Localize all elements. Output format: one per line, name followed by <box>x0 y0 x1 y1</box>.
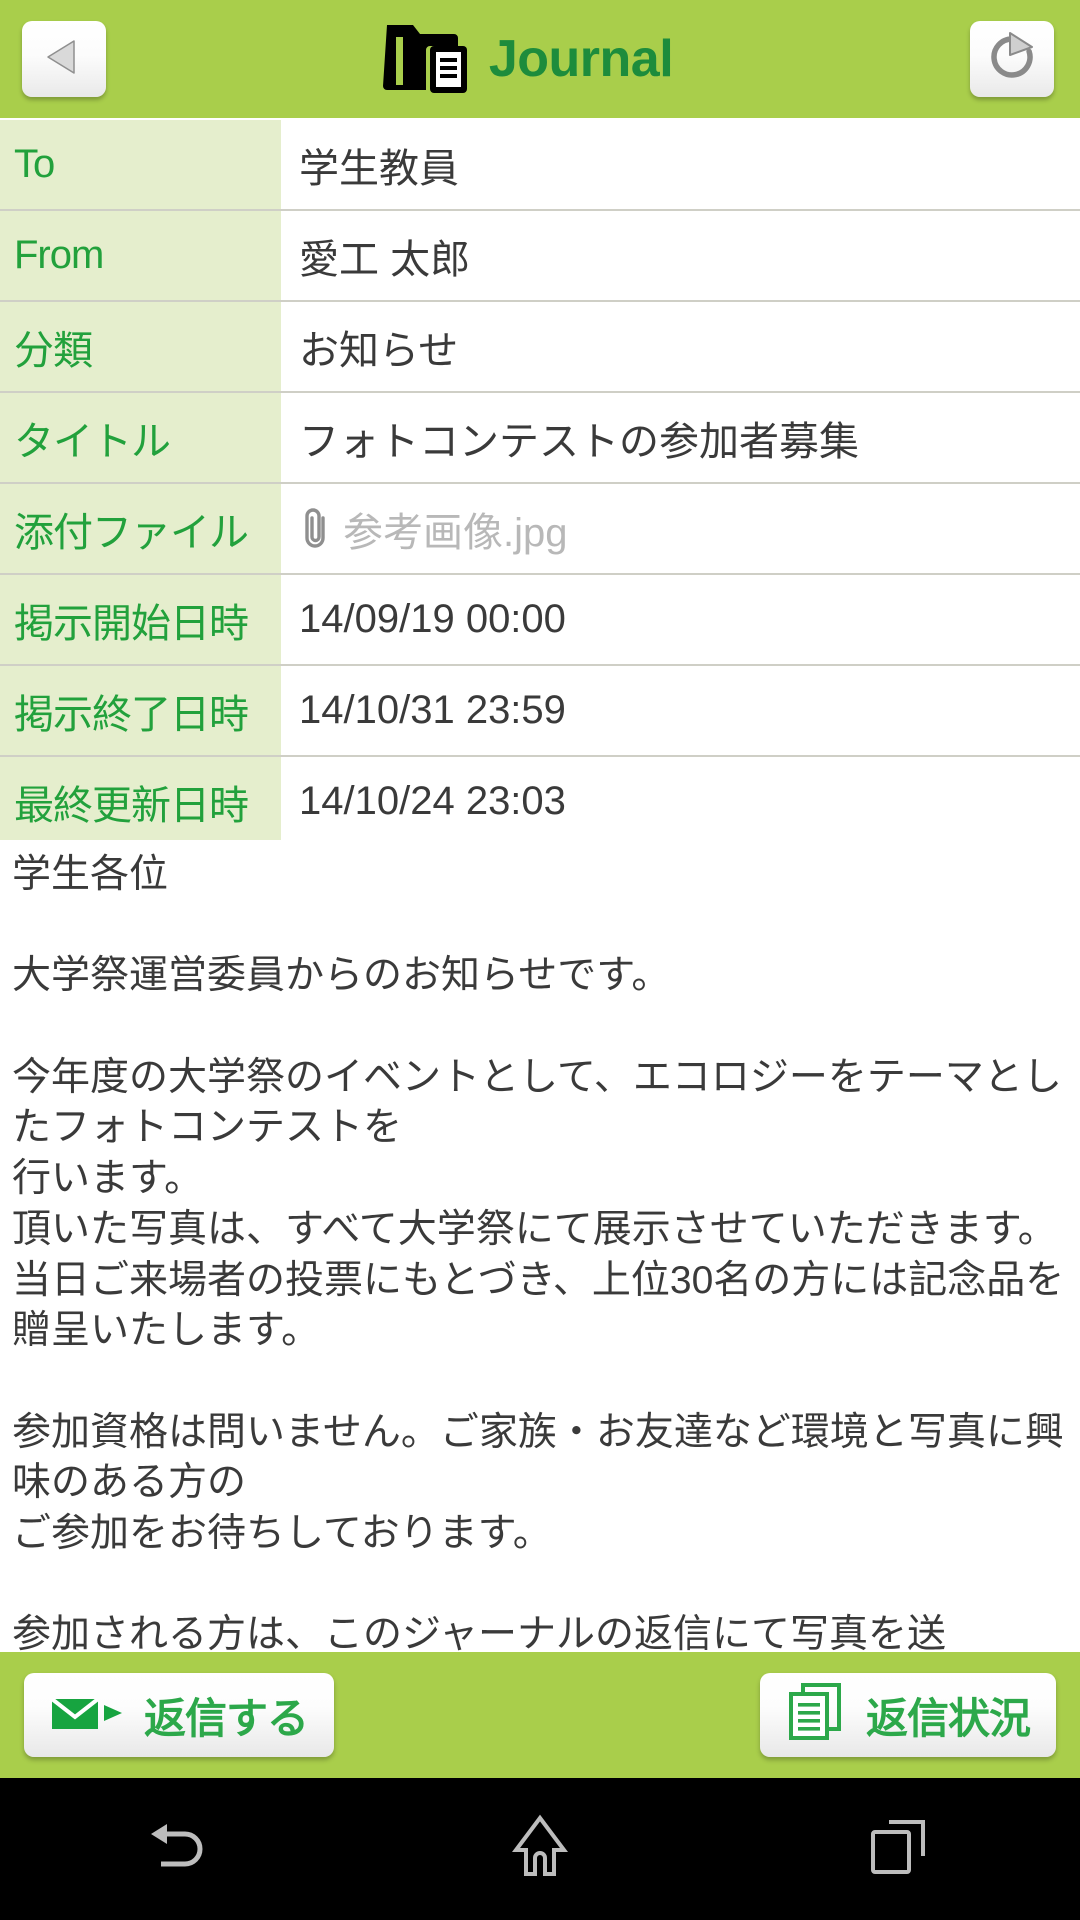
bottom-action-bar: 返信する 返信状況 <box>0 1652 1080 1778</box>
journal-detail-table: To 学生教員 From 愛工 太郎 分類 お知らせ タイトル フォトコンテスト… <box>0 118 1080 849</box>
table-row: To 学生教員 <box>0 120 1080 211</box>
reply-status-button[interactable]: 返信状況 <box>759 1673 1056 1757</box>
back-triangle-icon <box>40 33 88 86</box>
nav-back-button[interactable] <box>90 1778 270 1920</box>
row-label-from: From <box>0 211 281 300</box>
row-value-end-datetime: 14/10/31 23:59 <box>299 688 566 732</box>
row-value-attachment[interactable]: 参考画像.jpg <box>281 484 1080 573</box>
row-label-attachment: 添付ファイル <box>0 484 281 573</box>
android-home-icon <box>509 1814 571 1885</box>
android-back-icon <box>145 1816 215 1883</box>
row-label-title: タイトル <box>0 393 281 482</box>
row-label-start-datetime: 掲示開始日時 <box>0 575 281 664</box>
page-title: Journal <box>488 30 674 88</box>
nav-recents-button[interactable] <box>810 1778 990 1920</box>
document-stack-icon <box>786 1682 850 1749</box>
row-value-to: 学生教員 <box>299 146 459 191</box>
row-value-start-datetime: 14/09/19 00:00 <box>299 597 566 641</box>
android-recents-icon <box>867 1816 933 1883</box>
android-navigation-bar <box>0 1778 1080 1920</box>
paperclip-icon <box>299 506 333 552</box>
row-value-from: 愛工 太郎 <box>299 237 471 282</box>
table-row: 最終更新日時 14/10/24 23:03 <box>0 757 1080 849</box>
attachment-filename: 参考画像.jpg <box>343 510 568 555</box>
reply-button[interactable]: 返信する <box>24 1673 335 1757</box>
app-screen: Journal To 学生教員 From 愛工 太郎 分類 お知らせ タイトル … <box>0 0 1080 1920</box>
journal-body-text: 学生各位 大学祭運営委員からのお知らせです。 今年度の大学祭のイベントとして、エ… <box>12 853 1065 1652</box>
row-label-to: To <box>0 120 281 209</box>
row-label-end-datetime: 掲示終了日時 <box>0 666 281 755</box>
row-value-category: お知らせ <box>299 328 459 373</box>
mail-forward-icon <box>50 1689 128 1742</box>
header-title-group: Journal <box>86 17 970 102</box>
refresh-button[interactable] <box>970 21 1054 97</box>
table-row-attachment[interactable]: 添付ファイル 参考画像.jpg <box>0 484 1080 575</box>
journal-body-scroll-area[interactable]: 学生各位 大学祭運営委員からのお知らせです。 今年度の大学祭のイベントとして、エ… <box>0 840 1080 1652</box>
row-label-category: 分類 <box>0 302 281 391</box>
table-row: From 愛工 太郎 <box>0 211 1080 302</box>
reply-button-label: 返信する <box>144 1694 309 1742</box>
journal-folder-icon <box>382 17 471 102</box>
reply-status-button-label: 返信状況 <box>865 1694 1031 1742</box>
refresh-icon <box>986 31 1038 88</box>
nav-home-button[interactable] <box>450 1778 630 1920</box>
table-row: 掲示終了日時 14/10/31 23:59 <box>0 666 1080 757</box>
app-header: Journal <box>0 0 1080 118</box>
row-label-updated-datetime: 最終更新日時 <box>0 757 281 846</box>
row-value-updated-datetime: 14/10/24 23:03 <box>299 779 566 823</box>
row-value-title: フォトコンテストの参加者募集 <box>299 419 859 464</box>
table-row: タイトル フォトコンテストの参加者募集 <box>0 393 1080 484</box>
table-row: 掲示開始日時 14/09/19 00:00 <box>0 575 1080 666</box>
table-row: 分類 お知らせ <box>0 302 1080 393</box>
